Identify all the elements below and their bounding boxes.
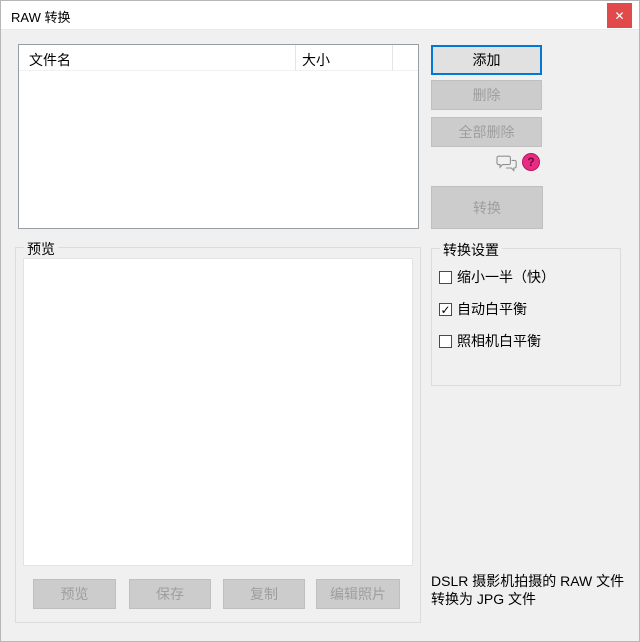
preview-button-label: 预览 bbox=[60, 586, 89, 602]
checkbox-box[interactable] bbox=[439, 270, 452, 284]
file-list[interactable]: 文件名 大小 bbox=[18, 44, 419, 229]
delete-all-button[interactable]: 全部删除 bbox=[431, 117, 542, 147]
description-line-2: 转换为 JPG 文件 bbox=[431, 591, 537, 607]
checkbox-label: 照相机白平衡 bbox=[457, 333, 541, 349]
description-line-1: DSLR 摄影机拍摄的 RAW 文件 bbox=[431, 573, 625, 589]
column-header-filename[interactable]: 文件名 bbox=[29, 50, 71, 70]
preview-button[interactable]: 预览 bbox=[33, 579, 116, 609]
checkbox-label: 缩小一半（快） bbox=[457, 269, 555, 285]
raw-convert-dialog: RAW 转换 ✕ 文件名 大小 添加 删除 全部删除 ? 转换 预览 预览 保存… bbox=[0, 0, 640, 642]
window-title: RAW 转换 bbox=[11, 10, 71, 25]
edit-photo-button[interactable]: 编辑照片 bbox=[316, 579, 400, 609]
add-button[interactable]: 添加 bbox=[431, 45, 542, 75]
preview-group-title: 预览 bbox=[24, 239, 58, 259]
checkbox-camera-white-balance[interactable]: 照相机白平衡 bbox=[439, 333, 541, 349]
checkbox-box[interactable] bbox=[439, 334, 452, 348]
checkbox-label: 自动白平衡 bbox=[457, 301, 527, 317]
conversion-settings-group: 转换设置 缩小一半（快） ✓ 自动白平衡 照相机白平衡 bbox=[431, 240, 621, 386]
help-icon-glyph: ? bbox=[527, 155, 535, 169]
preview-canvas[interactable] bbox=[23, 258, 413, 566]
checkbox-box[interactable]: ✓ bbox=[439, 302, 452, 316]
delete-button-label: 删除 bbox=[472, 87, 501, 103]
help-icon[interactable]: ? bbox=[522, 153, 540, 171]
column-separator[interactable] bbox=[295, 45, 296, 70]
edit-photo-button-label: 编辑照片 bbox=[330, 586, 386, 602]
copy-button-label: 复制 bbox=[250, 586, 278, 602]
add-button-label: 添加 bbox=[472, 52, 501, 68]
column-header-size[interactable]: 大小 bbox=[302, 50, 330, 70]
close-icon: ✕ bbox=[614, 8, 625, 23]
column-separator[interactable] bbox=[392, 45, 393, 70]
preview-group: 预览 预览 保存 复制 编辑照片 bbox=[15, 239, 421, 623]
title-bar[interactable]: RAW 转换 ✕ bbox=[1, 1, 639, 30]
convert-button[interactable]: 转换 bbox=[431, 186, 543, 229]
save-button-label: 保存 bbox=[156, 586, 184, 602]
file-list-body[interactable] bbox=[19, 72, 418, 228]
dialog-description: DSLR 摄影机拍摄的 RAW 文件 转换为 JPG 文件 bbox=[431, 572, 624, 608]
copy-button[interactable]: 复制 bbox=[223, 579, 305, 609]
file-list-header: 文件名 大小 bbox=[19, 45, 418, 71]
delete-all-button-label: 全部删除 bbox=[458, 124, 515, 140]
speech-bubbles-icon[interactable] bbox=[496, 155, 518, 173]
checkbox-half-size[interactable]: 缩小一半（快） bbox=[439, 269, 555, 285]
checkbox-auto-white-balance[interactable]: ✓ 自动白平衡 bbox=[439, 301, 527, 317]
delete-button[interactable]: 删除 bbox=[431, 80, 542, 110]
convert-button-label: 转换 bbox=[473, 199, 501, 216]
save-button[interactable]: 保存 bbox=[129, 579, 211, 609]
close-button[interactable]: ✕ bbox=[607, 3, 632, 28]
conversion-settings-title: 转换设置 bbox=[440, 240, 502, 260]
